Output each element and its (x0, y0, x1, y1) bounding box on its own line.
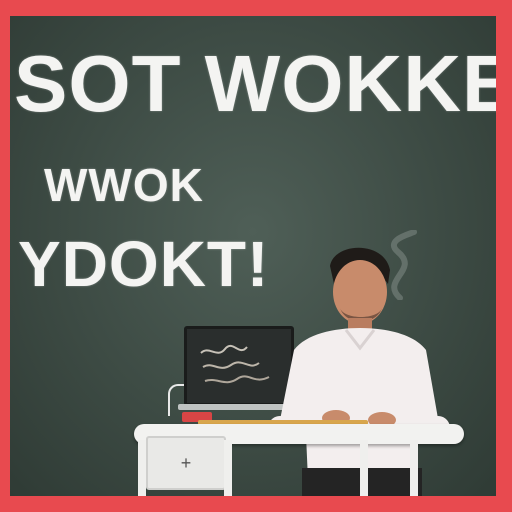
desk-drawer[interactable]: + (146, 436, 226, 490)
chalkboard-background: SOT WOKKE WWOK YDOKT! + (10, 16, 496, 496)
desk-leg (224, 440, 232, 496)
headline-line-3: YDOKT! (18, 228, 270, 300)
headline-line-2: WWOK (44, 159, 204, 211)
desk-leg (138, 440, 146, 496)
person-illustration (268, 247, 450, 496)
desk-leg (360, 440, 368, 496)
desk-leg (410, 440, 418, 496)
red-frame: SOT WOKKE WWOK YDOKT! + (0, 0, 512, 512)
plus-icon: + (180, 452, 192, 473)
headline-line-1: SOT WOKKE (14, 39, 496, 128)
